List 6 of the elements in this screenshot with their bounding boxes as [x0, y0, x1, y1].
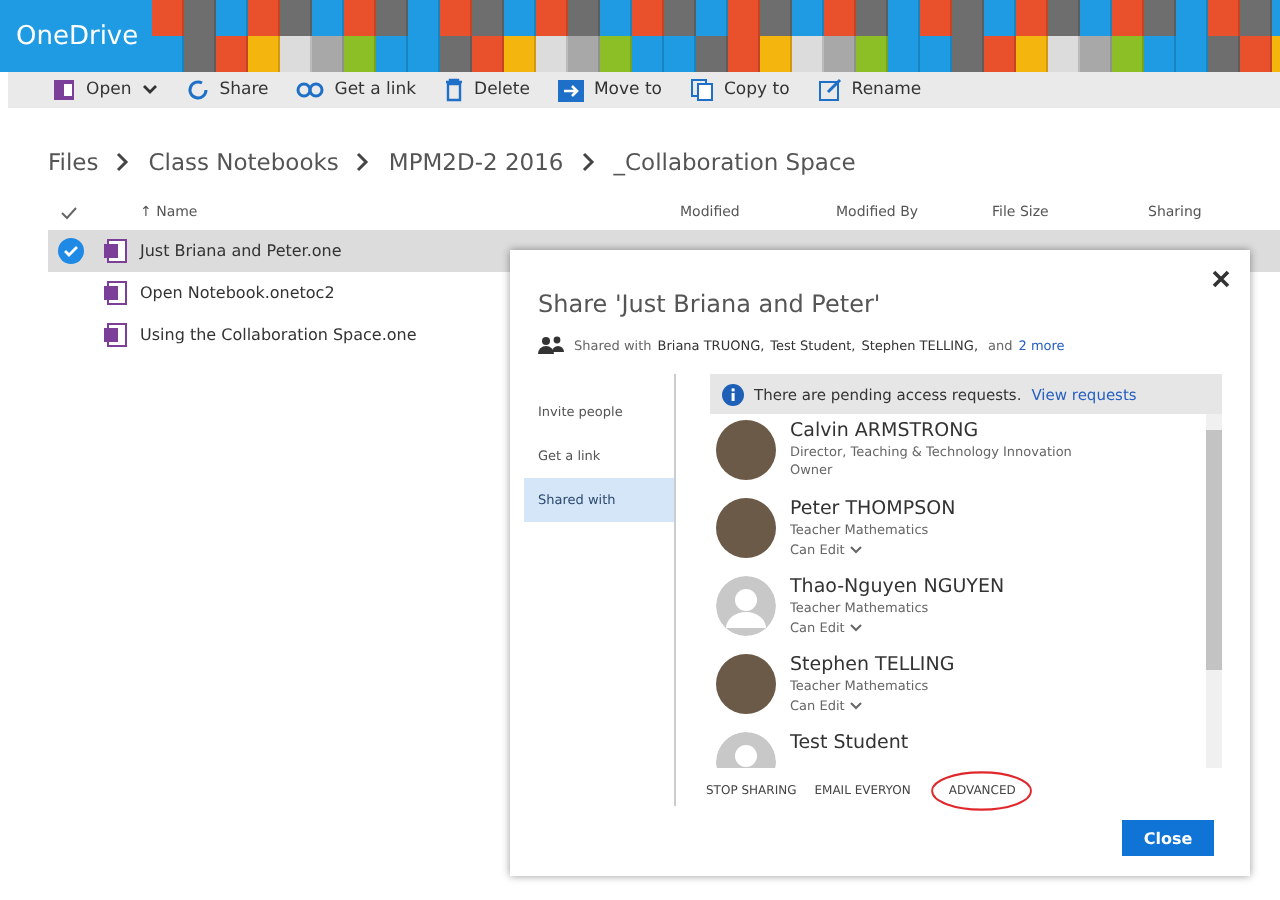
person-name: Test Student	[790, 732, 909, 754]
person-name: Stephen TELLING	[790, 654, 955, 676]
person-name: Thao-Nguyen NGUYEN	[790, 576, 1005, 598]
person-name: Calvin ARMSTRONG	[790, 420, 981, 442]
dialog-title: Share 'Just Briana and Peter'	[538, 290, 883, 318]
person-name: Peter THOMPSON	[790, 498, 956, 520]
